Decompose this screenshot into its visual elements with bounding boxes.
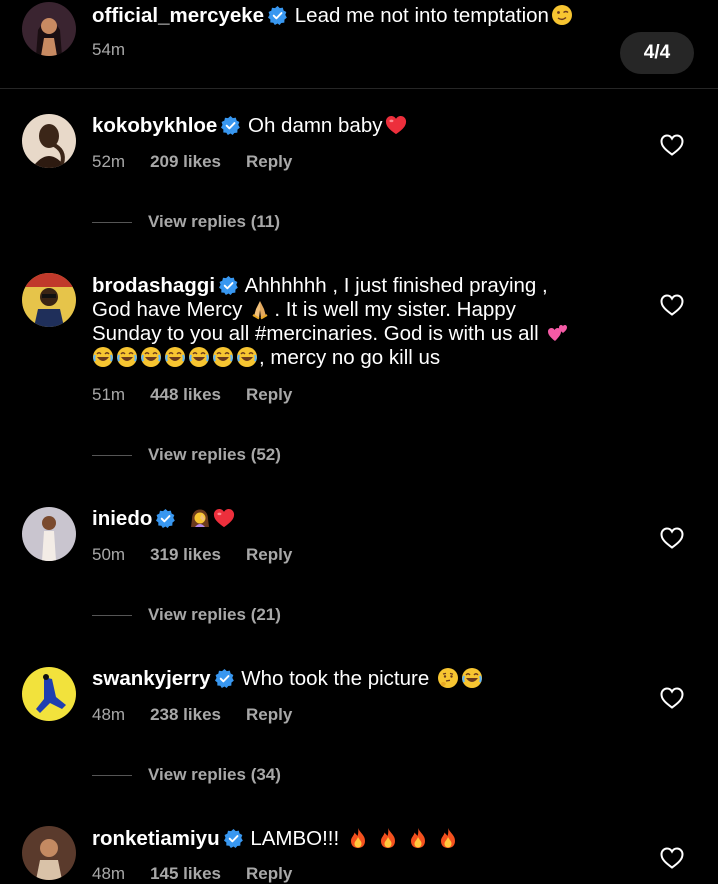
comment-meta: 51m 448 likes Reply (92, 385, 317, 405)
reply-button[interactable]: Reply (246, 152, 292, 171)
red-heart-icon (213, 507, 235, 529)
comment-time: 50m (92, 545, 126, 564)
likes-count[interactable]: 238 likes (150, 705, 221, 724)
avatar[interactable] (22, 273, 76, 327)
comment-body: Ahhhhhh , I just finished praying , (244, 274, 548, 297)
like-heart-icon[interactable] (660, 847, 684, 869)
view-replies-button[interactable]: View replies (11) (92, 212, 280, 232)
comment-meta: 52m 209 likes Reply (92, 152, 317, 172)
like-heart-icon[interactable] (660, 687, 684, 709)
likes-count[interactable]: 145 likes (150, 864, 221, 883)
comment-username[interactable]: iniedo (92, 507, 152, 530)
replies-divider (92, 775, 132, 777)
comment-text: swankyjerry Who took the picture (92, 667, 612, 691)
comment-body: God have Mercy (92, 298, 243, 321)
laughing-face-icon (116, 346, 138, 368)
comment-username[interactable]: brodashaggi (92, 274, 215, 297)
comment-meta: 50m 319 likes Reply (92, 545, 317, 565)
comment-time: 48m (92, 864, 126, 883)
comment-text: brodashaggi Ahhhhhh , I just finished pr… (92, 274, 612, 370)
like-heart-icon[interactable] (660, 294, 684, 316)
like-heart-icon[interactable] (660, 527, 684, 549)
replies-divider (92, 455, 132, 457)
verified-badge-icon (156, 509, 175, 528)
post-time: 54m (92, 40, 126, 59)
avatar[interactable] (22, 826, 76, 880)
verified-badge-icon (224, 829, 243, 848)
laughing-face-icon (92, 346, 114, 368)
fire-icon (377, 827, 399, 849)
view-replies-label: View replies (52) (148, 445, 281, 464)
comment-time: 52m (92, 152, 126, 171)
avatar[interactable] (22, 2, 76, 56)
likes-count[interactable]: 319 likes (150, 545, 221, 564)
view-replies-label: View replies (11) (148, 212, 280, 231)
post-username[interactable]: official_mercyeke (92, 4, 264, 27)
likes-count[interactable]: 209 likes (150, 152, 221, 171)
comment-meta: 48m 145 likes Reply (92, 864, 317, 884)
post-text: Lead me not into temptation (294, 4, 549, 27)
laughing-face-icon (140, 346, 162, 368)
two-hearts-icon (547, 322, 569, 344)
verified-badge-icon (268, 6, 287, 25)
reply-button[interactable]: Reply (246, 545, 292, 564)
reply-button[interactable]: Reply (246, 864, 292, 883)
comment-time: 48m (92, 705, 126, 724)
comment-username[interactable]: swankyjerry (92, 667, 211, 690)
view-replies-button[interactable]: View replies (21) (92, 605, 281, 625)
comment-body: Who took the picture (241, 667, 430, 690)
comment-time: 51m (92, 385, 126, 404)
comment-meta: 48m 238 likes Reply (92, 705, 317, 725)
replies-divider (92, 615, 132, 617)
comment-body: , mercy no go kill us (259, 346, 441, 369)
red-heart-icon (385, 114, 407, 136)
verified-badge-icon (215, 669, 234, 688)
comment-text: iniedo (92, 507, 612, 531)
comment-body: LAMBO!!! (250, 827, 340, 850)
winking-face-icon (551, 4, 573, 26)
comment-text: ronketiamiyu LAMBO!!! (92, 827, 612, 851)
comment-body: . It is well my sister. Happy (274, 298, 516, 321)
verified-badge-icon (221, 116, 240, 135)
likes-count[interactable]: 448 likes (150, 385, 221, 404)
like-heart-icon[interactable] (660, 134, 684, 156)
reply-button[interactable]: Reply (246, 705, 292, 724)
comment-username[interactable]: kokobykhloe (92, 114, 217, 137)
comment-body: Sunday to you all #mercinaries. God is w… (92, 322, 539, 345)
view-replies-label: View replies (34) (148, 765, 281, 784)
comment-body: Oh damn baby (248, 114, 383, 137)
avatar[interactable] (22, 667, 76, 721)
laughing-face-icon (212, 346, 234, 368)
avatar[interactable] (22, 114, 76, 168)
laughing-face-icon (164, 346, 186, 368)
replies-divider (92, 222, 132, 224)
fire-icon (407, 827, 429, 849)
facepalm-icon (189, 507, 211, 529)
post-meta: 54m (92, 40, 150, 60)
verified-badge-icon (219, 276, 238, 295)
laughing-face-icon (461, 667, 483, 689)
reply-button[interactable]: Reply (246, 385, 292, 404)
laughing-face-icon (236, 346, 258, 368)
fire-icon (347, 827, 369, 849)
view-replies-button[interactable]: View replies (52) (92, 445, 281, 465)
laughing-face-icon (188, 346, 210, 368)
image-counter-badge: 4/4 (620, 32, 694, 74)
divider (0, 88, 718, 89)
avatar[interactable] (22, 507, 76, 561)
comment-text: kokobykhloe Oh damn baby (92, 114, 612, 138)
view-replies-button[interactable]: View replies (34) (92, 765, 281, 785)
post-caption: official_mercyeke Lead me not into tempt… (92, 4, 612, 28)
folded-hands-icon (249, 298, 271, 320)
view-replies-label: View replies (21) (148, 605, 281, 624)
comment-username[interactable]: ronketiamiyu (92, 827, 220, 850)
fire-icon (437, 827, 459, 849)
thinking-face-icon (437, 667, 459, 689)
